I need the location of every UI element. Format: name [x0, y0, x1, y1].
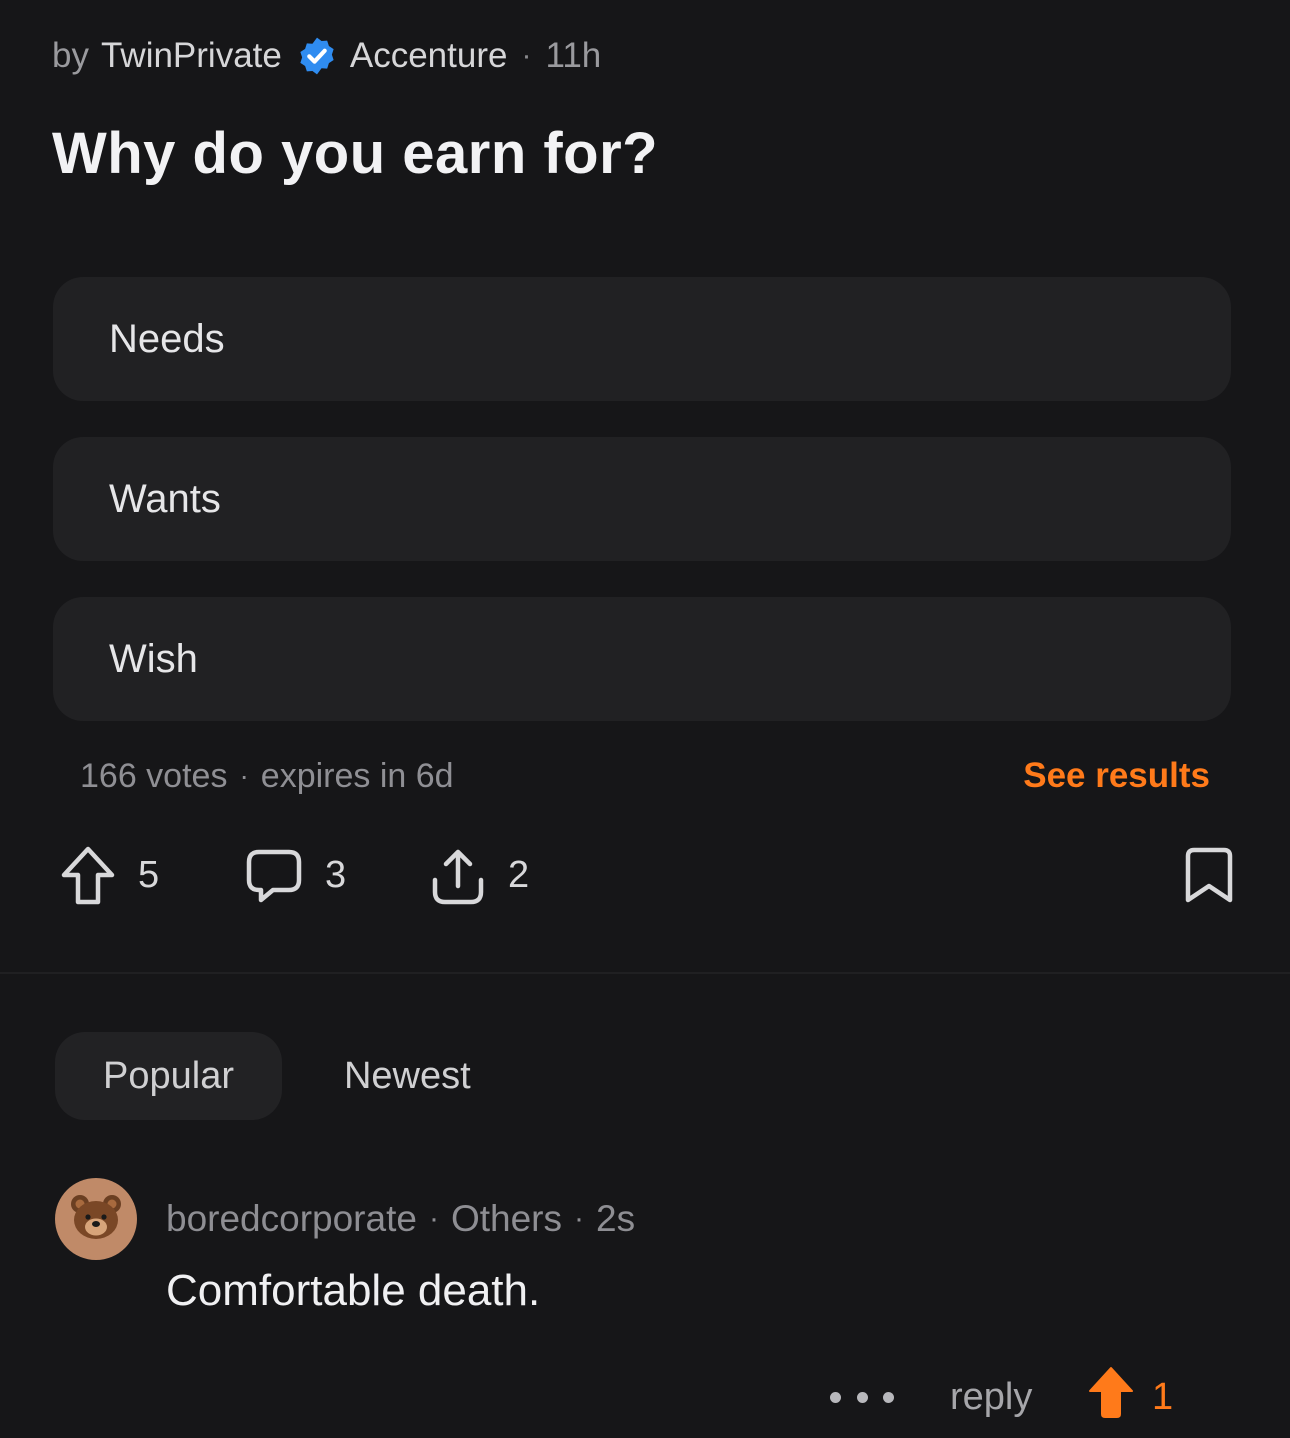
poll-option-label: Wish: [109, 636, 198, 681]
speech-bubble-icon: [245, 844, 303, 906]
comment-upvote-button[interactable]: 1: [1088, 1362, 1173, 1432]
comment-username[interactable]: boredcorporate: [166, 1198, 417, 1240]
upvote-button[interactable]: 5: [60, 840, 159, 910]
poll-option-label: Needs: [109, 316, 225, 361]
upvote-count: 5: [138, 853, 160, 896]
arrow-up-filled-icon: [1088, 1365, 1134, 1429]
bear-face-icon: [68, 1192, 124, 1247]
poll-expiry: expires in 6d: [260, 756, 454, 795]
poll-meta: 166 votes · expires in 6d: [80, 752, 454, 800]
comment-upvote-count: 1: [1152, 1375, 1174, 1418]
author-name[interactable]: TwinPrivate: [101, 36, 282, 76]
comment-text: Comfortable death.: [166, 1266, 541, 1315]
bookmark-icon: [1184, 846, 1234, 904]
post-byline: by TwinPrivate Accenture · 11h: [52, 30, 601, 82]
comment-actions: reply 1: [0, 1362, 1290, 1432]
comment-meta: boredcorporate · Others · 2s: [166, 1194, 635, 1244]
by-prefix: by: [52, 36, 89, 75]
reply-button[interactable]: reply: [950, 1362, 1032, 1432]
post-title: Why do you earn for?: [52, 121, 659, 186]
vote-count: 166 votes: [80, 756, 228, 795]
company-name[interactable]: Accenture: [350, 36, 508, 76]
separator-dot: ·: [428, 1202, 439, 1235]
separator-dot: ·: [574, 1202, 584, 1235]
avatar[interactable]: [55, 1178, 137, 1260]
tab-popular[interactable]: Popular: [55, 1032, 282, 1120]
share-button[interactable]: 2: [430, 840, 529, 910]
comment-age: 2s: [596, 1198, 636, 1239]
share-count: 2: [508, 853, 530, 896]
comment-count: 3: [325, 853, 347, 896]
see-results-link[interactable]: See results: [1023, 752, 1210, 800]
poll-option-wish[interactable]: Wish: [53, 597, 1231, 721]
poll-option-label: Wants: [109, 476, 221, 521]
post-page: by TwinPrivate Accenture · 11h Why do yo…: [0, 0, 1290, 1438]
comment-button[interactable]: 3: [245, 840, 346, 910]
more-options-icon[interactable]: [830, 1362, 894, 1432]
separator-dot: ·: [239, 760, 249, 791]
share-upload-icon: [430, 844, 486, 906]
post-age: 11h: [545, 36, 602, 75]
tab-newest[interactable]: Newest: [296, 1032, 519, 1120]
verified-badge-icon: [296, 35, 338, 77]
poll-option-needs[interactable]: Needs: [53, 277, 1231, 401]
arrow-up-outline-icon: [60, 844, 116, 906]
separator-dot: ·: [521, 39, 532, 72]
section-divider: [0, 972, 1290, 974]
post-actions: 5 3 2: [0, 840, 1290, 910]
comment-sort-tabs: Popular Newest: [55, 1032, 519, 1120]
poll-option-wants[interactable]: Wants: [53, 437, 1231, 561]
comment-company: Others: [450, 1198, 562, 1239]
bookmark-button[interactable]: [1184, 840, 1234, 910]
